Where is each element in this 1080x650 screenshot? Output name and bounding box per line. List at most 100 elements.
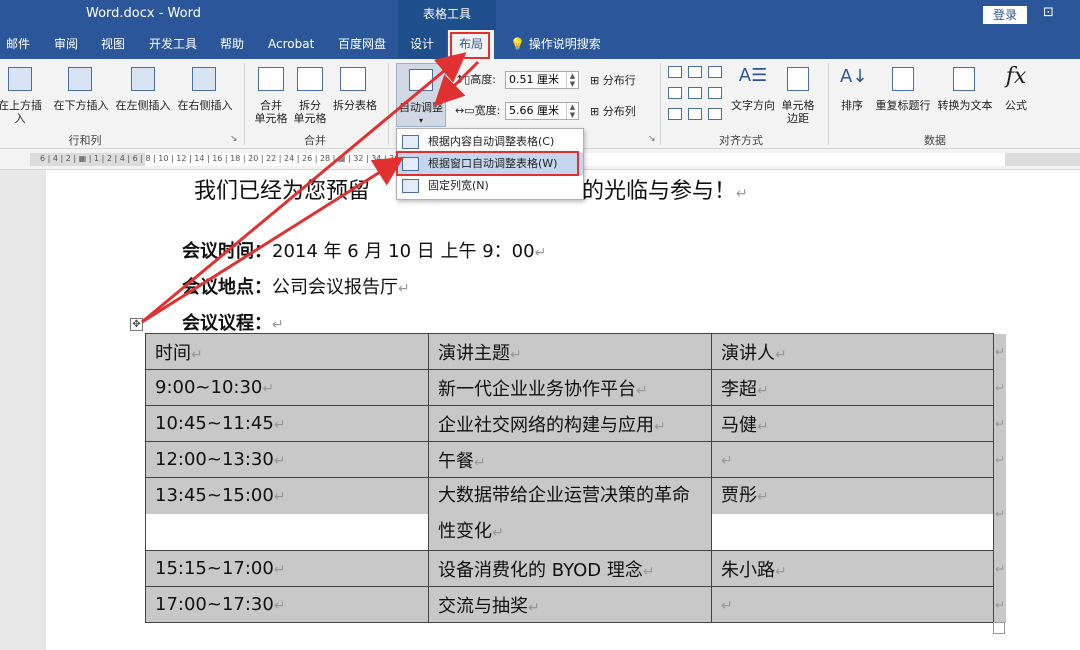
tab-view[interactable]: 视图	[101, 30, 125, 59]
split-cells-button[interactable]: 拆分 单元格	[290, 99, 330, 125]
table-cell[interactable]: 13:45~15:00↵	[145, 477, 429, 551]
align-center-right-icon[interactable]	[708, 87, 722, 99]
insert-below-button[interactable]: 在下方插入	[52, 99, 110, 112]
table-cell[interactable]: 交流与抽奖↵	[428, 586, 712, 623]
group-separator	[244, 63, 245, 145]
table-cell[interactable]: 企业社交网络的构建与应用↵	[428, 405, 712, 442]
text-direction-icon: A☰	[738, 65, 768, 86]
cell-mark: ↵	[273, 417, 286, 433]
tab-acrobat[interactable]: Acrobat	[268, 30, 314, 59]
insert-above-button[interactable]: 在上方插入	[0, 99, 46, 125]
menu-item-fixed-column-width[interactable]: 固定列宽(N)	[397, 175, 583, 197]
align-top-left-icon[interactable]	[668, 66, 682, 78]
tab-review[interactable]: 审阅	[54, 30, 78, 59]
cell-speaker: 马健	[721, 414, 757, 436]
table-cell[interactable]: 演讲人↵	[711, 333, 994, 370]
table-cell[interactable]: 时间↵	[145, 333, 429, 370]
repeat-header-rows-icon	[892, 67, 914, 91]
tab-mailings[interactable]: 邮件	[6, 30, 30, 59]
col-width-spinner-icon[interactable]: ▲ ▼	[566, 103, 578, 119]
row-height-spinner-icon[interactable]: ▲ ▼	[566, 72, 578, 88]
table-row[interactable]: 10:45~11:45↵ 企业社交网络的构建与应用↵ 马健↵ ↵	[145, 405, 1007, 442]
tab-help[interactable]: 帮助	[220, 30, 244, 59]
insert-left-button[interactable]: 在左侧插入	[113, 99, 173, 112]
sort-icon: A↓	[840, 66, 868, 87]
height-label-text: 高度:	[470, 73, 496, 86]
table-cell[interactable]: 17:00~17:30↵	[145, 586, 429, 623]
table-row[interactable]: 12:00~13:30↵ 午餐↵ ↵ ↵	[145, 441, 1007, 478]
group-label-rows-cols: 行和列	[68, 134, 102, 147]
agenda-label-line: 会议议程：↵	[182, 309, 284, 335]
table-cell[interactable]: ↵	[711, 586, 994, 623]
table-cell[interactable]: 15:15~17:00↵	[145, 550, 429, 587]
cell-time: 17:00~17:30	[155, 594, 274, 615]
distribute-cols-button[interactable]: ⊞ 分布列	[590, 105, 650, 118]
table-cell[interactable]: 演讲主题↵	[428, 333, 712, 370]
table-cell[interactable]: 大数据带给企业运营决策的革命 性变化↵	[428, 477, 712, 551]
ribbon-tab-bar: 邮件 审阅 视图 开发工具 帮助 Acrobat 百度网盘 设计 布局 💡 操作…	[0, 30, 1080, 59]
table-move-handle-icon[interactable]: ✥	[130, 318, 143, 331]
table-cell[interactable]: 新一代企业业务协作平台↵	[428, 369, 712, 406]
cell-topic: 午餐	[438, 450, 474, 472]
table-cell[interactable]: 朱小路↵	[711, 550, 994, 587]
convert-to-text-button[interactable]: 转换为文本	[934, 99, 996, 112]
rows-cols-launcher-icon[interactable]: ↘	[230, 134, 238, 144]
insert-right-icon	[192, 67, 216, 91]
autofit-button[interactable]: 自动调整 ▾	[396, 63, 446, 127]
cell-mark: ↵	[474, 454, 486, 471]
table-cell[interactable]: 午餐↵	[428, 441, 712, 478]
cell-mark: ↵	[757, 418, 769, 435]
sort-button[interactable]: 排序	[836, 99, 868, 112]
table-cell[interactable]: 贾彤↵	[711, 477, 994, 551]
cell-size-launcher-icon[interactable]: ↘	[648, 134, 656, 144]
table-cell[interactable]: 12:00~13:30↵	[145, 441, 429, 478]
table-resize-handle[interactable]	[993, 622, 1005, 634]
width-label: ↔▭宽度:	[455, 104, 505, 117]
tab-baidu-netdisk[interactable]: 百度网盘	[338, 30, 386, 59]
merge-cells-button[interactable]: 合并 单元格	[251, 99, 291, 125]
tell-me-search[interactable]: 💡 操作说明搜索	[510, 30, 601, 59]
table-row[interactable]: 9:00~10:30↵ 新一代企业业务协作平台↵ 李超↵ ↵	[145, 369, 1007, 406]
col-width-input[interactable]: 5.66 厘米 ▲ ▼	[505, 102, 579, 120]
align-bottom-right-icon[interactable]	[708, 108, 722, 120]
split-cells-label-2: 单元格	[293, 112, 327, 125]
paragraph-mark: ↵	[534, 245, 547, 261]
align-bottom-left-icon[interactable]	[668, 108, 682, 120]
login-button[interactable]: 登录	[983, 6, 1027, 24]
distribute-rows-button[interactable]: ⊞ 分布行	[590, 74, 650, 87]
cell-mark: ↵	[636, 382, 648, 399]
row-end-mark: ↵	[993, 333, 1007, 370]
cell-margins-button[interactable]: 单元格 边距	[776, 99, 820, 125]
align-center-left-icon[interactable]	[668, 87, 682, 99]
menu-item-autofit-contents[interactable]: 根据内容自动调整表格(C)	[397, 131, 583, 153]
text-direction-button[interactable]: 文字方向	[728, 99, 778, 112]
table-row[interactable]: 17:00~17:30↵ 交流与抽奖↵ ↵ ↵	[145, 586, 1007, 623]
table-cell[interactable]: 马健↵	[711, 405, 994, 442]
table-header-row[interactable]: 时间↵ 演讲主题↵ 演讲人↵ ↵	[145, 333, 1007, 370]
ribbon-display-options-icon[interactable]: ⊡	[1043, 5, 1054, 20]
table-cell[interactable]: 9:00~10:30↵	[145, 369, 429, 406]
insert-right-button[interactable]: 在右侧插入	[175, 99, 235, 112]
tab-developer[interactable]: 开发工具	[149, 30, 197, 59]
table-row[interactable]: 15:15~17:00↵ 设备消费化的 BYOD 理念↵ 朱小路↵ ↵	[145, 550, 1007, 587]
align-top-right-icon[interactable]	[708, 66, 722, 78]
align-bottom-center-icon[interactable]	[688, 108, 702, 120]
table-cell[interactable]: 10:45~11:45↵	[145, 405, 429, 442]
cell-mark: ↵	[721, 598, 733, 614]
split-table-button[interactable]: 拆分表格	[330, 99, 380, 112]
table-cell[interactable]: 李超↵	[711, 369, 994, 406]
table-cell[interactable]: 设备消费化的 BYOD 理念↵	[428, 550, 712, 587]
row-height-input[interactable]: 0.51 厘米 ▲ ▼	[505, 71, 579, 89]
table-row[interactable]: 13:45~15:00↵ 大数据带给企业运营决策的革命 性变化↵ 贾彤↵ ↵	[145, 477, 1007, 551]
align-center-icon[interactable]	[688, 87, 702, 99]
row-height-value: 0.51 厘米	[509, 73, 559, 86]
align-top-center-icon[interactable]	[688, 66, 702, 78]
repeat-header-rows-button[interactable]: 重复标题行	[872, 99, 934, 112]
agenda-table[interactable]: 时间↵ 演讲主题↵ 演讲人↵ ↵ 9:00~10:30↵ 新一代企业业务协作平台…	[145, 333, 1007, 623]
formula-icon: fx	[1005, 64, 1027, 89]
tab-table-design[interactable]: 设计	[398, 30, 446, 59]
meeting-time-line: 会议时间：2014 年 6 月 10 日 上午 9：00↵	[182, 237, 546, 263]
cell-mark: ↵	[191, 346, 203, 363]
table-cell[interactable]: ↵	[711, 441, 994, 478]
formula-button[interactable]: 公式	[1000, 99, 1032, 112]
